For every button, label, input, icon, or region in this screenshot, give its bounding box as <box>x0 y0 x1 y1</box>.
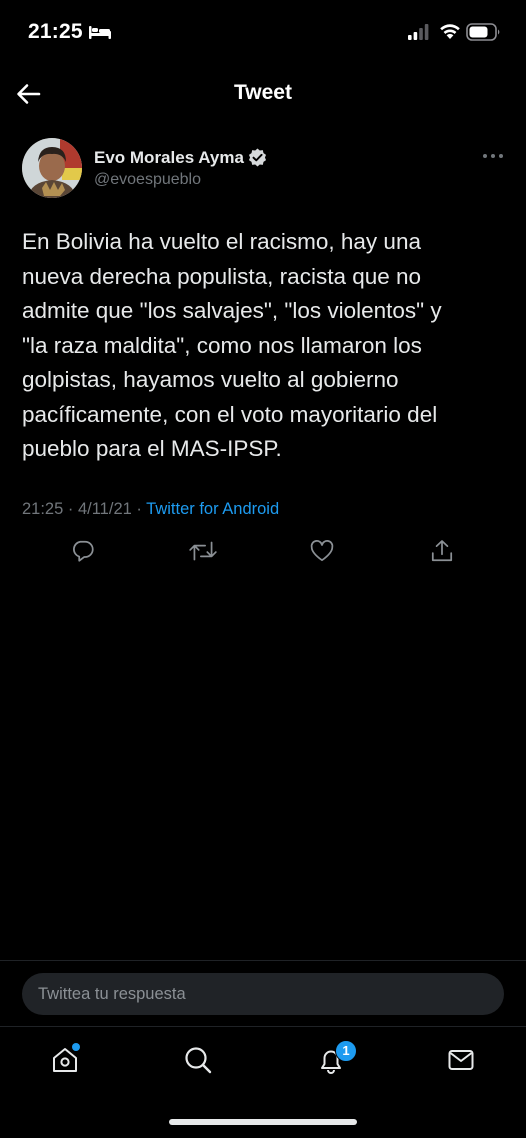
notifications-badge: 1 <box>335 1040 357 1062</box>
status-time: 21:25 <box>28 20 83 43</box>
nav-messages[interactable] <box>446 1045 476 1080</box>
tweet-metadata: 21:25 · 4/11/21 · Twitter for Android <box>22 500 279 519</box>
navigation-header: Tweet <box>0 66 526 122</box>
status-bar: 21:25 <box>0 0 526 66</box>
tweet-text: En Bolivia ha vuelto el racismo, hay una… <box>22 229 442 461</box>
reply-icon[interactable] <box>70 538 96 564</box>
bottom-navigation: 1 <box>0 1026 526 1097</box>
messages-icon <box>448 1050 474 1070</box>
signal-icon <box>408 24 429 40</box>
tweet-time: 21:25 <box>22 500 64 518</box>
tweet-date: 4/11/21 <box>77 500 132 518</box>
meta-separator: · <box>131 500 147 518</box>
nav-notifications[interactable]: 1 <box>316 1040 357 1080</box>
author-handle[interactable]: @evoespueblo <box>94 171 201 189</box>
page-title: Tweet <box>234 81 292 104</box>
retweet-icon[interactable] <box>188 538 218 564</box>
battery-icon <box>466 23 500 41</box>
verified-badge-icon <box>248 148 267 167</box>
home-indicator[interactable] <box>169 1119 357 1125</box>
more-options-icon[interactable] <box>482 152 504 160</box>
tweet-source-link[interactable]: Twitter for Android <box>146 500 279 518</box>
share-icon[interactable] <box>429 538 455 564</box>
author-name[interactable]: Evo Morales Ayma <box>94 148 244 168</box>
nav-home[interactable] <box>50 1043 80 1080</box>
search-icon <box>185 1047 212 1074</box>
nav-search[interactable] <box>183 1045 213 1080</box>
bed-icon <box>89 26 111 39</box>
meta-separator: · <box>63 500 78 518</box>
reply-input[interactable] <box>22 973 504 1015</box>
tweet-actions <box>0 538 526 574</box>
like-icon[interactable] <box>309 538 335 564</box>
wifi-icon <box>440 24 460 39</box>
avatar[interactable] <box>22 138 82 198</box>
reply-bar <box>0 960 526 1027</box>
home-notification-dot <box>72 1043 80 1051</box>
